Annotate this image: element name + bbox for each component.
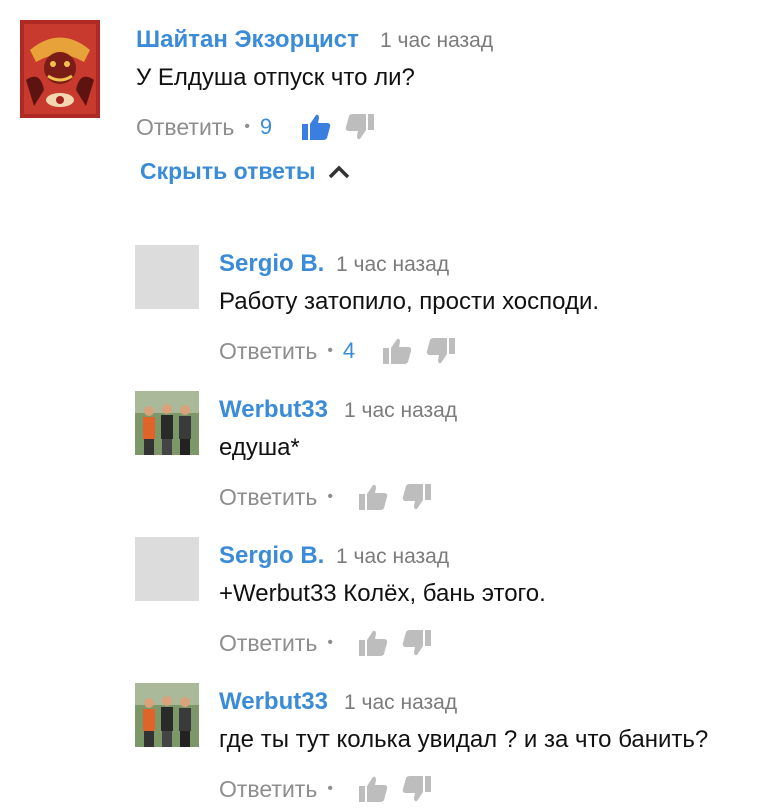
comment: Шайтан Экзорцист 1 час назад У Елдуша от… bbox=[0, 0, 770, 200]
thumbs-up-icon[interactable] bbox=[300, 111, 332, 143]
reply-text: Работу затопило, прости хосподи. bbox=[219, 288, 600, 315]
thumbs-up-icon[interactable] bbox=[357, 627, 389, 659]
avatar[interactable] bbox=[135, 391, 199, 455]
separator-dot: • bbox=[327, 342, 333, 359]
reply-button[interactable]: Ответить bbox=[219, 484, 317, 511]
comment-time[interactable]: 1 час назад bbox=[380, 29, 493, 53]
avatar[interactable] bbox=[20, 20, 100, 118]
avatar-image bbox=[135, 683, 199, 747]
separator-dot: • bbox=[244, 118, 250, 135]
separator-dot: • bbox=[327, 634, 333, 651]
chevron-up-icon bbox=[328, 165, 349, 178]
avatar[interactable] bbox=[135, 683, 199, 747]
like-count: 9 bbox=[259, 114, 273, 139]
reply-author[interactable]: Werbut33 bbox=[219, 688, 328, 716]
reply-author[interactable]: Werbut33 bbox=[219, 396, 328, 424]
reply-button[interactable]: Ответить bbox=[219, 630, 317, 657]
reply-button[interactable]: Ответить bbox=[219, 338, 317, 365]
avatar[interactable] bbox=[135, 537, 199, 601]
thumbs-down-icon[interactable] bbox=[425, 335, 457, 367]
avatar-image bbox=[20, 20, 100, 118]
separator-dot: • bbox=[327, 780, 333, 797]
reply-time[interactable]: 1 час назад bbox=[336, 545, 449, 569]
hide-replies-label: Скрыть ответы bbox=[140, 158, 316, 184]
comment-actions: Ответить • 9 bbox=[136, 112, 376, 142]
thumbs-up-icon[interactable] bbox=[357, 481, 389, 513]
reply-actions: Ответить • bbox=[219, 482, 433, 512]
thumbs-down-icon[interactable] bbox=[401, 627, 433, 659]
avatar[interactable] bbox=[135, 245, 199, 309]
thumbs-up-icon[interactable] bbox=[381, 335, 413, 367]
reply-button[interactable]: Ответить bbox=[136, 114, 234, 141]
thumbs-down-icon[interactable] bbox=[401, 481, 433, 513]
reply-time[interactable]: 1 час назад bbox=[336, 253, 449, 277]
reply-text: едуша* bbox=[219, 434, 300, 461]
thumbs-down-icon[interactable] bbox=[344, 111, 376, 143]
reply-button[interactable]: Ответить bbox=[219, 776, 317, 803]
reply-actions: Ответить • 4 bbox=[219, 336, 457, 366]
reply-time[interactable]: 1 час назад bbox=[344, 399, 457, 423]
thumbs-up-icon[interactable] bbox=[357, 773, 389, 805]
reply-actions: Ответить • bbox=[219, 774, 433, 804]
reply-time[interactable]: 1 час назад bbox=[344, 691, 457, 715]
separator-dot: • bbox=[327, 488, 333, 505]
thumbs-down-icon[interactable] bbox=[401, 773, 433, 805]
hide-replies-toggle[interactable]: Скрыть ответы bbox=[140, 158, 350, 185]
reply-text: +Werbut33 Колёх, бань этого. bbox=[219, 580, 546, 607]
like-count: 4 bbox=[342, 338, 356, 363]
reply-actions: Ответить • bbox=[219, 628, 433, 658]
reply-author[interactable]: Sergio B. bbox=[219, 250, 324, 278]
reply-author[interactable]: Sergio B. bbox=[219, 542, 324, 570]
comment-text: У Елдуша отпуск что ли? bbox=[136, 64, 415, 91]
avatar-image bbox=[135, 391, 199, 455]
reply-text: где ты тут колька увидал ? и за что бани… bbox=[219, 726, 709, 753]
comment-author[interactable]: Шайтан Экзорцист bbox=[136, 26, 359, 54]
